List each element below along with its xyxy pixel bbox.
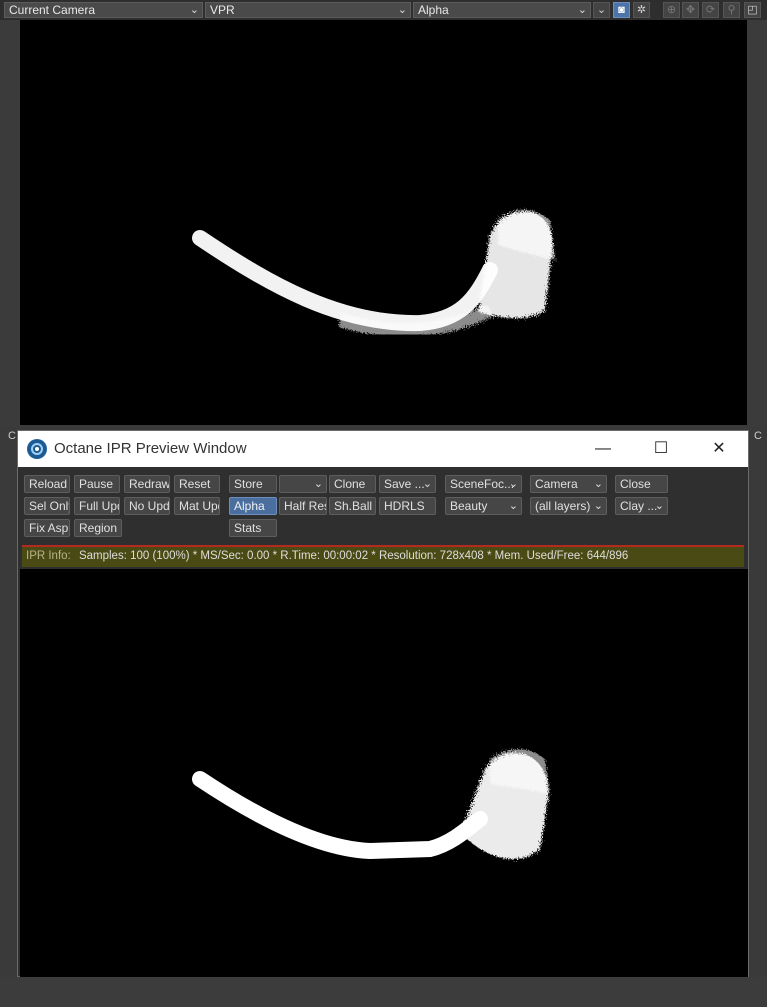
chevron-down-icon: ⌄	[593, 500, 603, 512]
no-update-button[interactable]: No Upd.	[124, 497, 170, 515]
background-label-left: C	[8, 430, 16, 442]
reload-button[interactable]: Reload	[24, 475, 70, 493]
maximize-icon: ◰	[747, 4, 758, 16]
clay-select-value: Clay ...	[620, 499, 658, 513]
close-icon: ✕	[712, 440, 726, 457]
redraw-button[interactable]: Redraw	[124, 475, 170, 493]
gear-icon: ✲	[636, 4, 647, 16]
fix-aspect-button[interactable]: Fix Asp.	[24, 519, 70, 537]
mode-select[interactable]: VPR ⌄	[205, 2, 411, 18]
sel-only-button[interactable]: Sel Only	[24, 497, 70, 515]
ipr-info-label: IPR Info:	[26, 550, 71, 562]
chevron-down-icon: ⌄	[422, 478, 432, 490]
pan-icon: ✥	[685, 4, 696, 16]
maximize-viewport-button[interactable]: ◰	[744, 2, 761, 18]
settings-button[interactable]: ✲	[633, 2, 650, 18]
bottom-strip	[0, 977, 767, 1007]
rotate-icon: ⟳	[705, 4, 716, 16]
ipr-render-image	[192, 749, 550, 860]
options-dropdown-button[interactable]: ⌄	[593, 2, 610, 18]
camera-select[interactable]: Camera ⌄	[530, 475, 607, 493]
half-res-button[interactable]: Half Res	[279, 497, 327, 515]
scene-focus-value: SceneFoc...	[450, 477, 515, 491]
save-select[interactable]: Save ... ⌄	[379, 475, 436, 493]
layers-select[interactable]: (all layers) ⌄	[530, 497, 607, 515]
shader-ball-button[interactable]: Sh.Ball	[329, 497, 376, 515]
zoom-icon: ⚲	[727, 4, 736, 16]
camera-select[interactable]: Current Camera ⌄	[4, 2, 203, 18]
stats-button[interactable]: Stats	[229, 519, 277, 537]
channel-select[interactable]: Alpha ⌄	[413, 2, 591, 18]
minimize-icon: —	[595, 440, 611, 457]
material-update-button[interactable]: Mat Upd	[174, 497, 220, 515]
store-slot-select[interactable]: ⌄	[279, 475, 327, 493]
reset-button[interactable]: Reset	[174, 475, 220, 493]
vpr-viewport[interactable]	[20, 20, 747, 425]
viewport-frame-right	[747, 20, 767, 430]
chevron-down-icon: ⌄	[189, 4, 199, 16]
window-titlebar[interactable]: Octane IPR Preview Window — ☐ ✕	[18, 431, 748, 467]
octane-ipr-window: Octane IPR Preview Window — ☐ ✕ Reload P…	[17, 430, 749, 977]
move-button[interactable]: ⊕	[663, 2, 680, 18]
ipr-info-bar: IPR Info: Samples: 100 (100%) * MS/Sec: …	[22, 545, 744, 567]
pause-button[interactable]: Pause	[74, 475, 120, 493]
chevron-down-icon: ⌄	[508, 500, 518, 512]
zoom-button[interactable]: ⚲	[723, 2, 740, 18]
mode-select-value: VPR	[210, 3, 235, 17]
rotate-button[interactable]: ⟳	[702, 2, 719, 18]
maximize-button[interactable]: ☐	[646, 437, 676, 461]
chevron-down-icon: ⌄	[577, 4, 587, 16]
chevron-down-icon: ⌄	[654, 500, 664, 512]
chevron-down-icon: ⌄	[508, 478, 518, 490]
ipr-render-view[interactable]	[20, 569, 748, 977]
clay-select[interactable]: Clay ... ⌄	[615, 497, 668, 515]
region-button[interactable]: Region	[74, 519, 122, 537]
close-window-button[interactable]: ✕	[704, 437, 734, 461]
viewport-toolbar: Current Camera ⌄ VPR ⌄ Alpha ⌄ ⌄ ◙ ✲ ⊕ ✥…	[0, 0, 767, 21]
chevron-down-icon: ⌄	[313, 478, 323, 490]
camera-icon: ◙	[618, 4, 625, 16]
layers-select-value: (all layers)	[535, 499, 591, 513]
full-update-button[interactable]: Full Upd.	[74, 497, 120, 515]
maximize-icon: ☐	[653, 440, 669, 457]
vpr-render-image	[192, 210, 555, 338]
octane-logo-icon	[27, 439, 47, 459]
scene-focus-select[interactable]: SceneFoc... ⌄	[445, 475, 522, 493]
pan-button[interactable]: ✥	[682, 2, 699, 18]
camera-toggle-button[interactable]: ◙	[613, 2, 630, 18]
camera-select-value: Current Camera	[9, 3, 96, 17]
close-button[interactable]: Close	[615, 475, 668, 493]
clone-button[interactable]: Clone	[329, 475, 376, 493]
chevron-down-icon: ⌄	[397, 4, 407, 16]
render-pass-select[interactable]: Beauty ⌄	[445, 497, 522, 515]
alpha-toggle-button[interactable]: Alpha	[229, 497, 277, 515]
hdrls-button[interactable]: HDRLS	[379, 497, 436, 515]
window-title: Octane IPR Preview Window	[54, 440, 247, 457]
ipr-info-text: Samples: 100 (100%) * MS/Sec: 0.00 * R.T…	[78, 550, 629, 562]
save-select-value: Save ...	[384, 477, 425, 491]
background-label-right: C	[754, 430, 762, 442]
ipr-body: Reload Pause Redraw Reset Store ⌄ Clone …	[18, 467, 748, 977]
chevron-down-icon: ⌄	[593, 478, 603, 490]
channel-select-value: Alpha	[418, 3, 449, 17]
minimize-button[interactable]: —	[588, 437, 618, 461]
chevron-down-icon: ⌄	[596, 4, 607, 16]
move-icon: ⊕	[666, 4, 677, 16]
camera-select-value: Camera	[535, 477, 578, 491]
store-button[interactable]: Store	[229, 475, 277, 493]
render-pass-value: Beauty	[450, 499, 488, 513]
viewport-frame-left	[0, 20, 20, 430]
